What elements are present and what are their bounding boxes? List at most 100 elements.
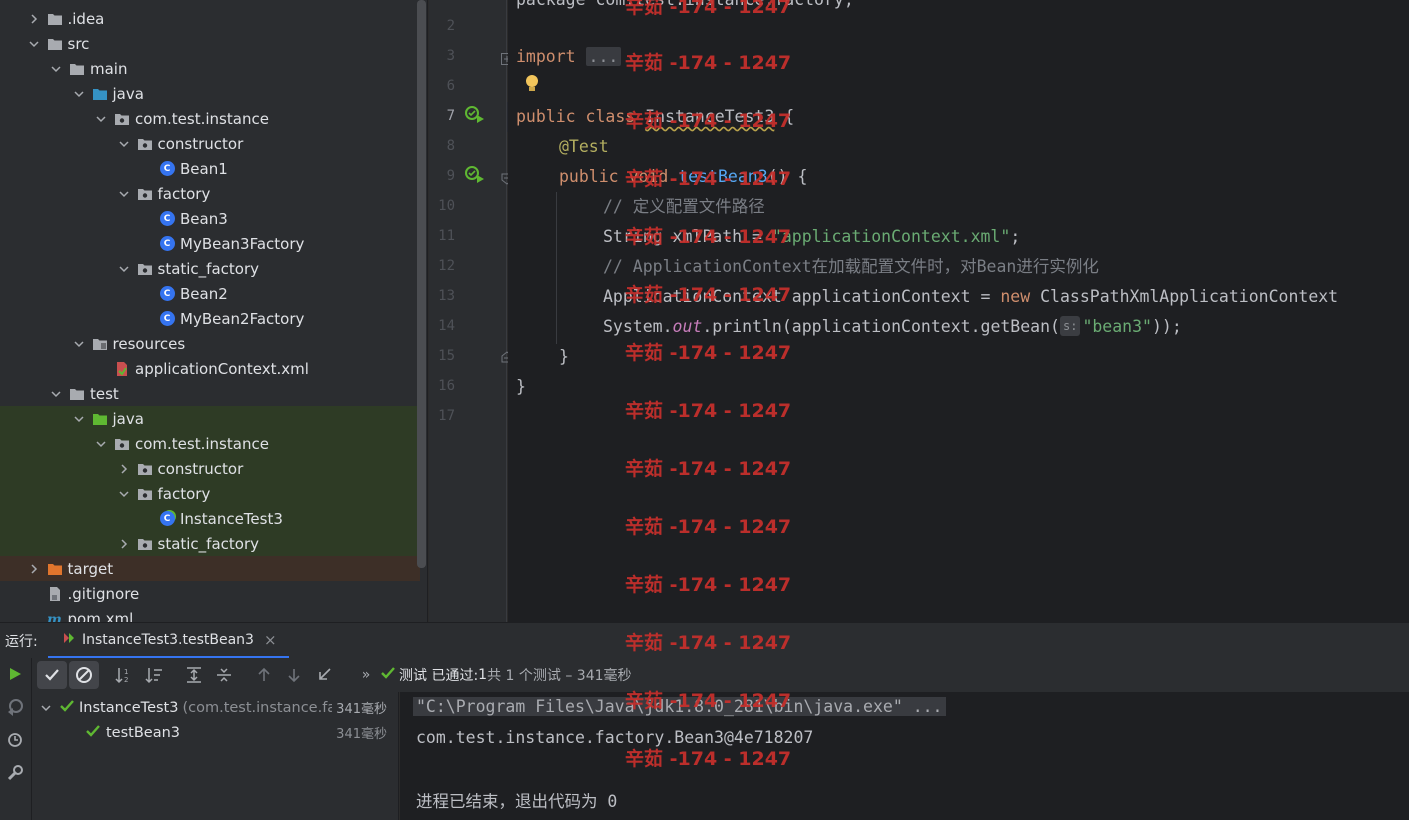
rerun-failed-icon[interactable] xyxy=(6,698,24,720)
tree-item[interactable]: C InstanceTest3 xyxy=(0,506,420,531)
chevron-down-icon[interactable] xyxy=(116,486,132,502)
status-count: 1 xyxy=(478,667,488,683)
tree-item[interactable]: resources xyxy=(0,331,420,356)
chevron-right-icon[interactable] xyxy=(116,536,132,552)
chevron-down-icon[interactable] xyxy=(116,186,132,202)
tree-item-label: static_factory xyxy=(157,534,260,553)
import-tests-icon[interactable] xyxy=(309,661,339,689)
chevron-down-icon[interactable] xyxy=(93,436,109,452)
run-method-gutter-icon[interactable] xyxy=(464,165,486,189)
tree-scrollbar[interactable] xyxy=(417,0,426,568)
test-method-duration: 341毫秒 xyxy=(336,727,387,742)
line-number: 2 xyxy=(446,18,455,34)
code-editor[interactable]: package com.test.instance.factory; impor… xyxy=(508,0,1409,622)
tree-item[interactable]: C MyBean2Factory xyxy=(0,306,420,331)
tree-item[interactable]: .idea xyxy=(0,6,420,31)
test-method-row[interactable]: testBean3 341毫秒 xyxy=(38,720,393,745)
tree-item-label: static_factory xyxy=(157,259,260,278)
tree-item[interactable]: C Bean2 xyxy=(0,281,420,306)
chevron-right-icon[interactable] xyxy=(116,461,132,477)
line-number: 3 xyxy=(446,48,455,64)
console-command-line[interactable]: "C:\Program Files\Java\jdk1.8.0_281\bin\… xyxy=(413,697,946,716)
tree-item[interactable]: C MyBean3Factory xyxy=(0,231,420,256)
code-line-10: // 定义配置文件路径 xyxy=(603,197,765,216)
chevron-down-icon[interactable] xyxy=(71,336,87,352)
package-icon xyxy=(136,461,154,477)
tree-item[interactable]: com.test.instance xyxy=(0,431,420,456)
tree-item[interactable]: java xyxy=(0,406,420,431)
tree-item[interactable]: target xyxy=(0,556,420,581)
check-icon xyxy=(381,666,395,684)
chevron-right-icon[interactable] xyxy=(26,11,42,27)
tree-item[interactable]: .gitignore xyxy=(0,581,420,606)
more-actions-icon[interactable]: » xyxy=(351,661,381,689)
tree-item-label: constructor xyxy=(157,459,244,478)
test-class-row[interactable]: InstanceTest3 (com.test.instance.fa 341毫… xyxy=(38,695,393,720)
settings-wrench-icon[interactable] xyxy=(6,764,24,786)
chevron-down-icon[interactable] xyxy=(116,136,132,152)
tree-item[interactable]: C Bean3 xyxy=(0,206,420,231)
toggle-auto-test-icon[interactable] xyxy=(6,731,24,753)
run-class-gutter-icon[interactable] xyxy=(464,105,486,129)
tree-item[interactable]: m pom.xml xyxy=(0,606,420,623)
tree-item[interactable]: com.test.instance xyxy=(0,106,420,131)
package-icon xyxy=(136,486,154,502)
test-status: 测试 已通过: 1共 1 个测试 – 341毫秒 xyxy=(381,665,632,685)
gitignore-file-icon xyxy=(46,586,64,602)
expand-all-icon[interactable] xyxy=(179,661,209,689)
code-line-16: } xyxy=(516,377,526,396)
collapse-all-icon[interactable] xyxy=(209,661,239,689)
sort-by-duration-icon[interactable] xyxy=(139,661,169,689)
chevron-down-icon[interactable] xyxy=(26,36,42,52)
console-output[interactable]: "C:\Program Files\Java\jdk1.8.0_281\bin\… xyxy=(400,692,1409,820)
run-tool-window-header: 运行: InstanceTest3.testBean3 × xyxy=(0,622,1409,659)
passed-check-icon xyxy=(86,724,100,742)
class-icon: C xyxy=(158,236,176,252)
chevron-down-icon[interactable] xyxy=(71,411,87,427)
folded-imports[interactable]: ... xyxy=(585,47,622,66)
chevron-down-icon[interactable] xyxy=(48,386,64,402)
tree-item[interactable]: static_factory xyxy=(0,531,420,556)
tree-item[interactable]: constructor xyxy=(0,131,420,156)
show-passed-icon[interactable] xyxy=(37,661,67,689)
run-tab[interactable]: InstanceTest3.testBean3 × xyxy=(48,623,289,659)
tree-item-label: src xyxy=(67,34,90,53)
project-tree[interactable]: .idea src main java com.test.instance constru… xyxy=(0,0,428,622)
tree-item[interactable]: constructor xyxy=(0,456,420,481)
tree-item[interactable]: C Bean1 xyxy=(0,156,420,181)
tree-item[interactable]: main xyxy=(0,56,420,81)
close-tab-icon[interactable]: × xyxy=(264,631,277,649)
tree-item[interactable]: test xyxy=(0,381,420,406)
chevron-down-icon[interactable] xyxy=(116,261,132,277)
tree-item[interactable]: static_factory xyxy=(0,256,420,281)
chevron-down-icon[interactable] xyxy=(48,61,64,77)
chevron-right-icon[interactable] xyxy=(26,561,42,577)
tree-item-label: factory xyxy=(157,184,211,203)
code-line-13: ApplicationContext applicationContext = … xyxy=(603,287,1339,306)
test-class-icon: C xyxy=(158,511,176,527)
folder-icon xyxy=(68,61,86,77)
svg-text:2: 2 xyxy=(124,676,128,684)
tree-item[interactable]: factory xyxy=(0,481,420,506)
lightbulb-icon[interactable] xyxy=(524,74,540,98)
sort-alphabetically-icon[interactable]: 12 xyxy=(109,661,139,689)
editor-gutter[interactable]: 2 3 6 7 8 9 10 11 12 13 14 15 16 17 xyxy=(429,0,513,622)
tree-item[interactable]: java xyxy=(0,81,420,106)
previous-failed-icon[interactable] xyxy=(249,661,279,689)
rerun-icon[interactable] xyxy=(7,666,23,686)
tree-item[interactable]: applicationContext.xml xyxy=(0,356,420,381)
chevron-down-icon[interactable] xyxy=(71,86,87,102)
test-results-tree[interactable]: InstanceTest3 (com.test.instance.fa 341毫… xyxy=(32,692,399,820)
chevron-down-icon[interactable] xyxy=(38,700,54,716)
chevron-down-icon[interactable] xyxy=(93,111,109,127)
tree-item-label: Bean2 xyxy=(180,284,228,303)
next-failed-icon[interactable] xyxy=(279,661,309,689)
tree-item[interactable]: src xyxy=(0,31,420,56)
show-ignored-icon[interactable] xyxy=(69,661,99,689)
tree-item[interactable]: factory xyxy=(0,181,420,206)
